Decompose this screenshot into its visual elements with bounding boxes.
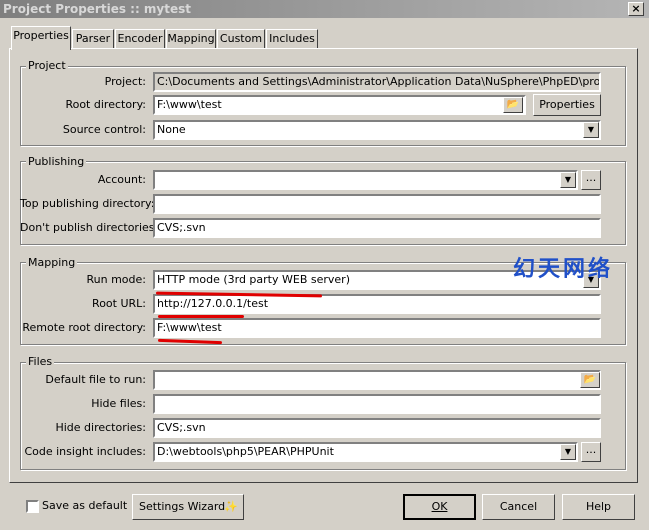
cancel-label: Cancel xyxy=(499,500,538,513)
tab-custom[interactable]: Custom xyxy=(217,29,265,49)
window-title: Project Properties :: mytest xyxy=(0,0,649,18)
properties-button[interactable]: Properties xyxy=(533,94,601,116)
code-insight-includes-select[interactable]: D:\webtools\php5\PEAR\PHPUnit xyxy=(153,442,578,462)
watermark-text: 幻天网络 xyxy=(513,257,614,282)
project-label: Project: xyxy=(104,75,146,88)
code-insight-chevron-down-icon[interactable]: ▼ xyxy=(560,444,576,460)
hide-directories-field[interactable]: CVS;.svn xyxy=(153,418,601,438)
annotation-underline-root-url xyxy=(158,315,244,318)
cancel-button[interactable]: Cancel xyxy=(482,494,555,520)
default-file-label: Default file to run: xyxy=(45,373,146,386)
account-chevron-down-icon[interactable]: ▼ xyxy=(560,172,576,188)
top-publishing-directory-label: Top publishing directory: xyxy=(20,197,155,210)
save-as-default-checkbox[interactable] xyxy=(26,500,39,513)
hide-files-label: Hide files: xyxy=(91,397,146,410)
code-insight-ellipsis-button[interactable]: ... xyxy=(581,442,601,462)
default-file-field[interactable] xyxy=(153,370,601,390)
top-publishing-directory-field[interactable] xyxy=(153,194,601,214)
hide-directories-label: Hide directories: xyxy=(55,421,146,434)
code-insight-includes-label: Code insight includes: xyxy=(24,445,146,458)
default-file-browse-folder-icon[interactable]: 📂 xyxy=(580,372,600,388)
hide-files-field[interactable] xyxy=(153,394,601,414)
settings-wizard-label: Settings Wizard xyxy=(139,500,226,513)
account-select[interactable] xyxy=(153,170,578,190)
source-control-chevron-down-icon[interactable]: ▼ xyxy=(583,122,599,138)
root-browse-folder-icon[interactable]: 📂 xyxy=(503,97,523,113)
settings-wizard-button[interactable]: Settings Wizard ✨ xyxy=(132,494,244,520)
tab-includes[interactable]: Includes xyxy=(266,29,318,49)
remote-root-directory-field[interactable]: F:\www\test xyxy=(153,318,601,338)
source-control-label: Source control: xyxy=(62,123,146,136)
save-as-default-label: Save as default xyxy=(42,499,128,512)
tab-encoder[interactable]: Encoder xyxy=(115,29,165,49)
run-mode-label: Run mode: xyxy=(86,273,147,286)
tab-properties[interactable]: Properties xyxy=(11,26,71,50)
account-ellipsis-button[interactable]: ... xyxy=(581,170,601,190)
account-label: Account: xyxy=(97,173,146,186)
help-button[interactable]: Help xyxy=(562,494,635,520)
dont-publish-directories-label: Don't publish directories: xyxy=(20,221,159,234)
mapping-legend: Mapping xyxy=(26,256,78,269)
dont-publish-directories-field[interactable]: CVS;.svn xyxy=(153,218,601,238)
root-url-label: Root URL: xyxy=(92,297,146,310)
root-directory-field[interactable]: F:\www\test xyxy=(153,95,526,115)
close-button[interactable]: × xyxy=(628,2,644,16)
magic-wand-icon: ✨ xyxy=(224,500,238,513)
ok-label: OK xyxy=(431,500,448,513)
tab-parser[interactable]: Parser xyxy=(72,29,114,49)
files-legend: Files xyxy=(26,355,55,368)
project-legend: Project xyxy=(26,59,68,72)
root-url-field[interactable]: http://127.0.0.1/test xyxy=(153,294,601,314)
remote-root-directory-label: Remote root directory: xyxy=(22,321,146,334)
root-directory-label: Root directory: xyxy=(65,98,146,111)
help-label: Help xyxy=(585,500,612,513)
ok-button[interactable]: OK xyxy=(403,494,476,520)
project-path-field: C:\Documents and Settings\Administrator\… xyxy=(153,72,601,92)
tab-mapping[interactable]: Mapping xyxy=(166,29,216,49)
source-control-select[interactable]: None xyxy=(153,120,601,140)
publishing-legend: Publishing xyxy=(26,155,87,168)
